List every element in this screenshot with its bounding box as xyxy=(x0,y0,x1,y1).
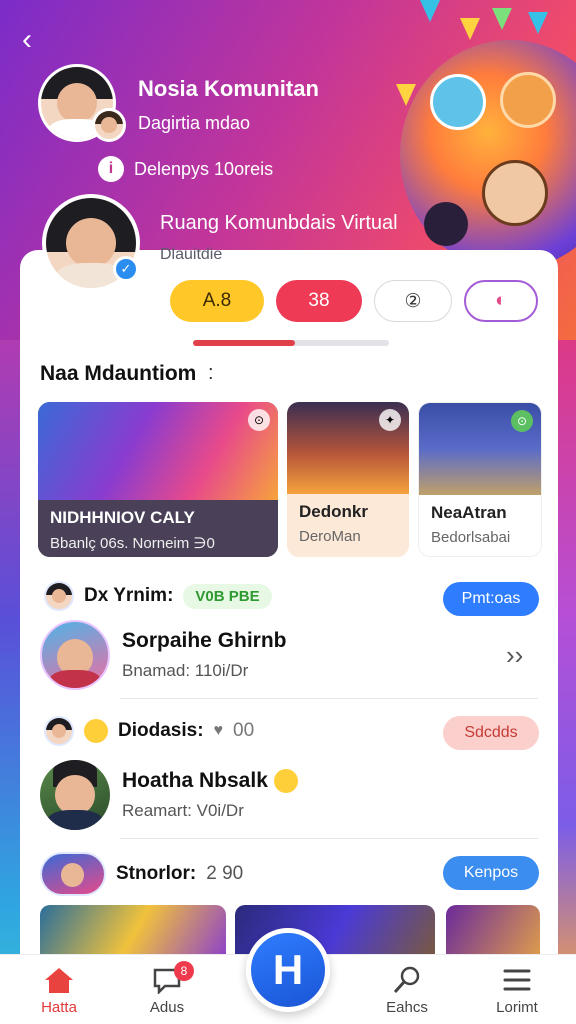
tile-caption: NIDHHNIOV CALY Bbanlç 06s. Norneim ∋0 xyxy=(38,500,278,557)
member-mini-avatar[interactable] xyxy=(92,108,126,142)
avatar-face xyxy=(55,775,95,815)
chat-pill[interactable]: ◐ xyxy=(464,280,538,322)
community-info-row: i Delenpys 10oreis xyxy=(98,156,273,182)
avatar xyxy=(40,760,110,830)
menu-icon xyxy=(472,965,562,995)
child-character-icon xyxy=(482,160,548,226)
group-label: Diodasis: xyxy=(118,720,204,741)
tile-caption: NeaAtran Bedorlsabai xyxy=(419,495,541,556)
tile-subtitle: DeroMan xyxy=(299,528,361,545)
nav-item-search[interactable]: Eahcs xyxy=(362,965,452,1016)
community-title: Nosia Komunitan xyxy=(138,76,319,101)
group-count: 00 xyxy=(233,720,255,741)
user-meta: Reamart: V0i/Dr xyxy=(122,801,244,821)
group-header: Diodasis: ♥ 00 xyxy=(44,716,254,746)
avatar-shirt xyxy=(47,810,103,830)
back-button[interactable]: ‹ xyxy=(22,25,52,56)
nav-label: Hatta xyxy=(41,999,77,1016)
event-tile[interactable]: NIDHHNIOV CALY Bbanlç 06s. Norneim ∋0 ⊙ xyxy=(38,402,278,557)
avatar xyxy=(44,581,74,611)
music-bubble-icon xyxy=(430,74,486,130)
verified-badge-icon: ✓ xyxy=(113,256,139,282)
event-thumbnail xyxy=(38,402,278,500)
avatar xyxy=(40,852,106,896)
group-count: 2 90 xyxy=(206,863,244,884)
nav-label: Adus xyxy=(149,999,185,1016)
nav-item-messages[interactable]: 8 Adus xyxy=(122,961,212,1016)
avatar-face xyxy=(51,723,67,739)
avatar xyxy=(40,620,110,690)
stat-pills: A.8 38 ② ◐ xyxy=(170,280,538,322)
section-marker: : xyxy=(208,362,214,384)
chat-bubble-icon: 8 xyxy=(122,961,212,995)
heart-icon: ♥ xyxy=(213,722,224,739)
avatar xyxy=(44,716,74,746)
stat-pill-count[interactable]: 38 xyxy=(276,280,362,322)
status-badge: V0B PBE xyxy=(183,583,272,609)
dark-bubble-icon xyxy=(424,202,468,246)
user-name: Hoatha Nbsalk xyxy=(122,768,298,794)
bear-mascot-icon xyxy=(500,72,556,128)
room-title: Ruang Komunbdais Virtual xyxy=(160,212,398,234)
party-flag xyxy=(492,8,512,30)
party-flag xyxy=(420,0,440,22)
group-label: Dx Yrnim: xyxy=(84,585,174,606)
progress-bar xyxy=(193,340,389,346)
search-icon xyxy=(362,965,452,995)
section-title: Naa Mdauntiom xyxy=(40,362,197,385)
nav-label: Eahcs xyxy=(386,999,428,1016)
avatar-face xyxy=(56,82,98,124)
tile-title: Dedonkr xyxy=(299,502,368,521)
user-meta: Bnamad: 110i/Dr xyxy=(122,661,249,680)
group-header: Dx Yrnim: V0B PBE xyxy=(44,581,272,611)
nav-label: Lorimt xyxy=(496,999,538,1016)
avatar-face xyxy=(60,862,85,887)
nav-item-menu[interactable]: Lorimt xyxy=(472,965,562,1016)
group-label: Stnorlor: xyxy=(116,863,197,884)
tile-subtitle: Bedorlsabai xyxy=(431,529,511,546)
event-tile[interactable]: NeaAtran Bedorlsabai ⊙ xyxy=(418,402,542,557)
avatar-face xyxy=(51,588,67,604)
list-item[interactable]: Hoatha Nbsalk Reamart: V0i/Dr xyxy=(40,760,298,830)
notification-badge: 8 xyxy=(174,961,194,981)
event-tile[interactable]: Dedonkr DeroMan ✦ xyxy=(287,402,409,557)
divider xyxy=(120,698,538,699)
avatar-shirt xyxy=(48,669,102,688)
list-item[interactable]: Sorpaihe Ghirnb Bnamad: 110i/Dr xyxy=(40,620,287,690)
user-name: Sorpaihe Ghirnb xyxy=(122,629,287,652)
home-icon xyxy=(14,965,104,995)
group-action-button[interactable]: Kenpos xyxy=(443,856,539,890)
tile-title: NIDHHNIOV CALY xyxy=(50,508,195,527)
community-info-text: Delenpys 10oreis xyxy=(134,158,274,179)
group-action-button[interactable]: Pmt:oas xyxy=(443,582,539,616)
tile-caption: Dedonkr DeroMan xyxy=(287,494,409,557)
user-name-text: Hoatha Nbsalk xyxy=(122,768,268,792)
create-fab-button[interactable]: H xyxy=(246,928,330,1012)
avatar-face xyxy=(101,117,117,133)
avatar-face xyxy=(65,217,117,269)
emoji-icon xyxy=(273,769,298,794)
progress-fill xyxy=(193,340,295,346)
tile-title: NeaAtran xyxy=(431,503,507,522)
party-flag xyxy=(396,84,416,106)
stat-pill-score[interactable]: A.8 xyxy=(170,280,264,322)
live-icon: ⊙ xyxy=(511,410,533,432)
chevron-right-icon[interactable]: ›› xyxy=(506,640,523,671)
room-subtitle: Dlauitdie xyxy=(160,246,223,263)
party-flag xyxy=(528,12,548,34)
nav-item-home[interactable]: Hatta xyxy=(14,965,104,1016)
sparkle-icon: ✦ xyxy=(379,409,401,431)
divider xyxy=(120,838,538,839)
info-icon: i xyxy=(98,156,124,182)
group-action-button[interactable]: Sdcdds xyxy=(443,716,539,750)
tile-subtitle: Bbanlç 06s. Norneim ∋0 xyxy=(50,535,215,552)
party-flag xyxy=(460,18,480,40)
group-header: Stnorlor: 2 90 xyxy=(40,852,243,896)
live-icon: ⊙ xyxy=(248,409,270,431)
timer-pill[interactable]: ② xyxy=(374,280,452,322)
community-subtitle: Dagirtia mdao xyxy=(138,113,251,133)
emoji-icon xyxy=(84,719,108,743)
